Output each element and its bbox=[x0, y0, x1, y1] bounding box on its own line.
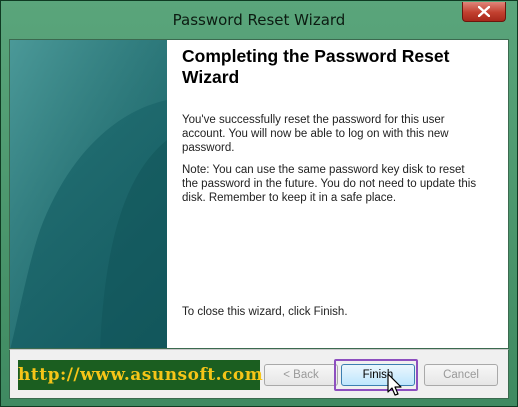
wizard-body: Completing the Password Reset Wizard You… bbox=[9, 39, 509, 349]
wizard-window: Password Reset Wizard Completing the Pas bbox=[0, 0, 518, 407]
wizard-banner bbox=[10, 40, 167, 348]
banner-wave-graphic bbox=[10, 40, 167, 348]
window-title: Password Reset Wizard bbox=[172, 11, 346, 29]
close-button[interactable] bbox=[462, 2, 506, 22]
brand-watermark: http://www.asunsoft.com bbox=[18, 360, 263, 390]
cancel-button[interactable]: Cancel bbox=[424, 364, 498, 386]
close-hint: To close this wizard, click Finish. bbox=[182, 306, 348, 318]
wizard-content: Completing the Password Reset Wizard You… bbox=[182, 46, 490, 318]
success-message: You've successfully reset the password f… bbox=[182, 114, 449, 154]
title-bar[interactable]: Password Reset Wizard bbox=[1, 1, 517, 39]
page-title: Completing the Password Reset Wizard bbox=[182, 46, 450, 87]
close-icon bbox=[478, 6, 490, 17]
mouse-pointer-icon bbox=[387, 373, 402, 396]
back-button[interactable]: < Back bbox=[264, 364, 338, 386]
finish-button[interactable]: Finish bbox=[341, 364, 415, 386]
button-bar: http://www.asunsoft.com < Back Finish Ca… bbox=[9, 349, 509, 399]
note-message: Note: You can use the same password key … bbox=[182, 164, 477, 204]
